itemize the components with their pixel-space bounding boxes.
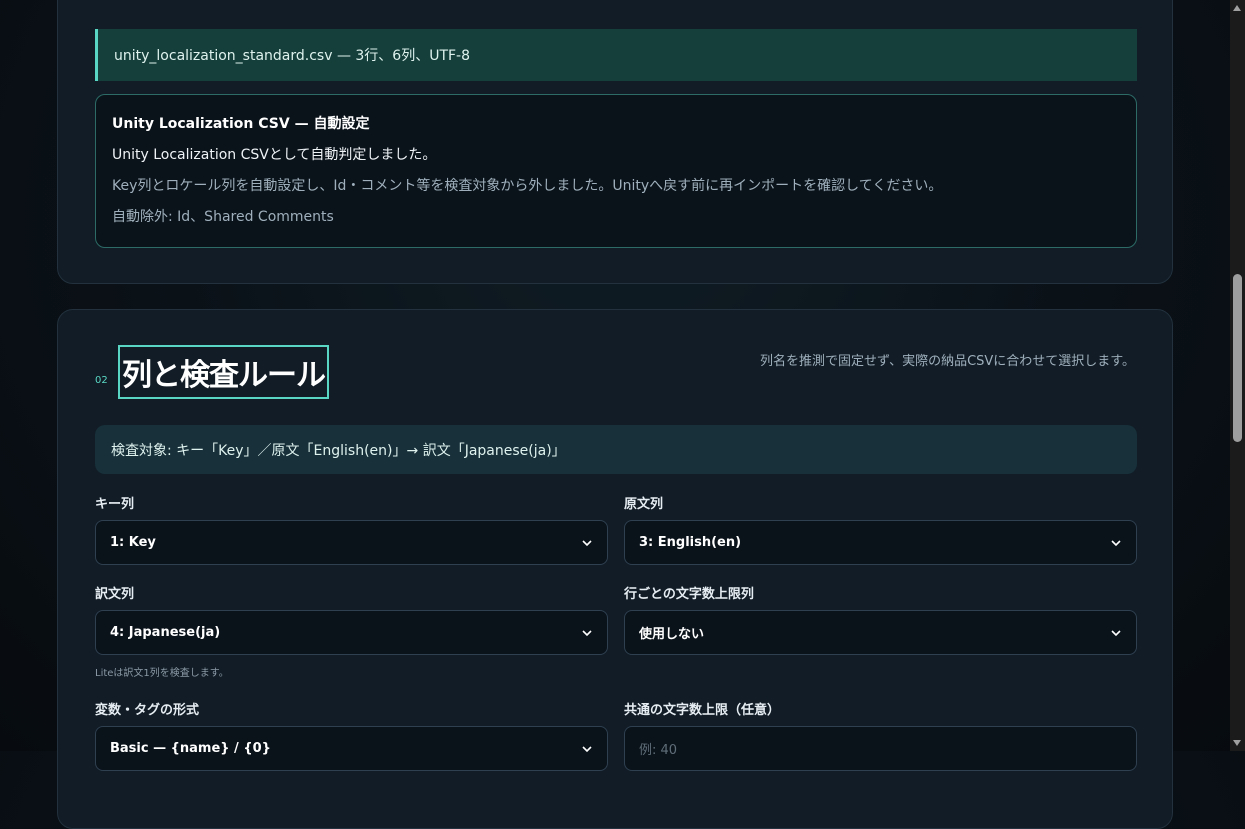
file-loaded-notice: unity_localization_standard.csv — 3行、6列、… [95, 29, 1137, 81]
scroll-up-arrow-icon[interactable] [1233, 5, 1241, 11]
variable-format-value: Basic — {name} / {0} [110, 741, 271, 756]
variable-format-select[interactable]: Basic — {name} / {0} [95, 726, 608, 771]
chevron-down-icon [1111, 629, 1121, 636]
common-limit-placeholder: 例: 40 [639, 743, 678, 758]
target-column-value: 4: Japanese(ja) [110, 625, 221, 640]
target-column-select[interactable]: 4: Japanese(ja) [95, 610, 608, 655]
chevron-down-icon [1111, 539, 1121, 546]
variable-format-label: 変数・タグの形式 [95, 703, 200, 718]
source-column-value: 3: English(en) [639, 535, 742, 550]
source-column-label: 原文列 [624, 497, 664, 512]
char-limit-column-select[interactable]: 使用しない [624, 610, 1137, 655]
chevron-down-icon [582, 539, 592, 546]
file-notice-text: unity_localization_standard.csv — 3行、6列、… [114, 48, 471, 64]
key-column-select[interactable]: 1: Key [95, 520, 608, 565]
upload-panel: unity_localization_standard.csv — 3行、6列、… [57, 0, 1173, 284]
char-limit-column-value: 使用しない [639, 627, 705, 642]
char-limit-column-label: 行ごとの文字数上限列 [624, 587, 754, 602]
target-column-label: 訳文列 [95, 587, 135, 602]
common-limit-input[interactable]: 例: 40 [624, 726, 1137, 771]
auto-config-box: Unity Localization CSV — 自動設定 Unity Loca… [95, 94, 1137, 248]
section-number: 02 [95, 375, 108, 386]
source-column-select[interactable]: 3: English(en) [624, 520, 1137, 565]
scroll-down-arrow-icon[interactable] [1233, 740, 1241, 746]
chevron-down-icon [582, 629, 592, 636]
columns-rules-panel: 02 列と検査ルール 列名を推測で固定せず、実際の納品CSVに合わせて選択します… [57, 309, 1173, 829]
auto-config-excluded: 自動除外: Id、Shared Comments [112, 209, 334, 225]
auto-config-title: Unity Localization CSV — 自動設定 [112, 116, 370, 132]
auto-config-line1: Unity Localization CSVとして自動判定しました。 [112, 147, 437, 163]
section-title: 列と検査ルール [118, 345, 329, 399]
page-scrollbar[interactable] [1230, 0, 1245, 751]
target-summary-text: 検査対象: キー「Key」／原文「English(en)」→ 訳文「Japane… [111, 442, 566, 459]
section-description: 列名を推測で固定せず、実際の納品CSVに合わせて選択します。 [759, 354, 1135, 369]
chevron-down-icon [582, 745, 592, 752]
target-column-hint: Liteは訳文1列を検査します。 [95, 668, 229, 679]
key-column-value: 1: Key [110, 535, 156, 550]
scrollbar-thumb[interactable] [1233, 274, 1242, 442]
key-column-label: キー列 [95, 497, 135, 512]
common-limit-label: 共通の文字数上限（任意） [624, 703, 781, 718]
target-summary: 検査対象: キー「Key」／原文「English(en)」→ 訳文「Japane… [95, 425, 1137, 474]
auto-config-line2: Key列とロケール列を自動設定し、Id・コメント等を検査対象から外しました。Un… [112, 178, 943, 194]
